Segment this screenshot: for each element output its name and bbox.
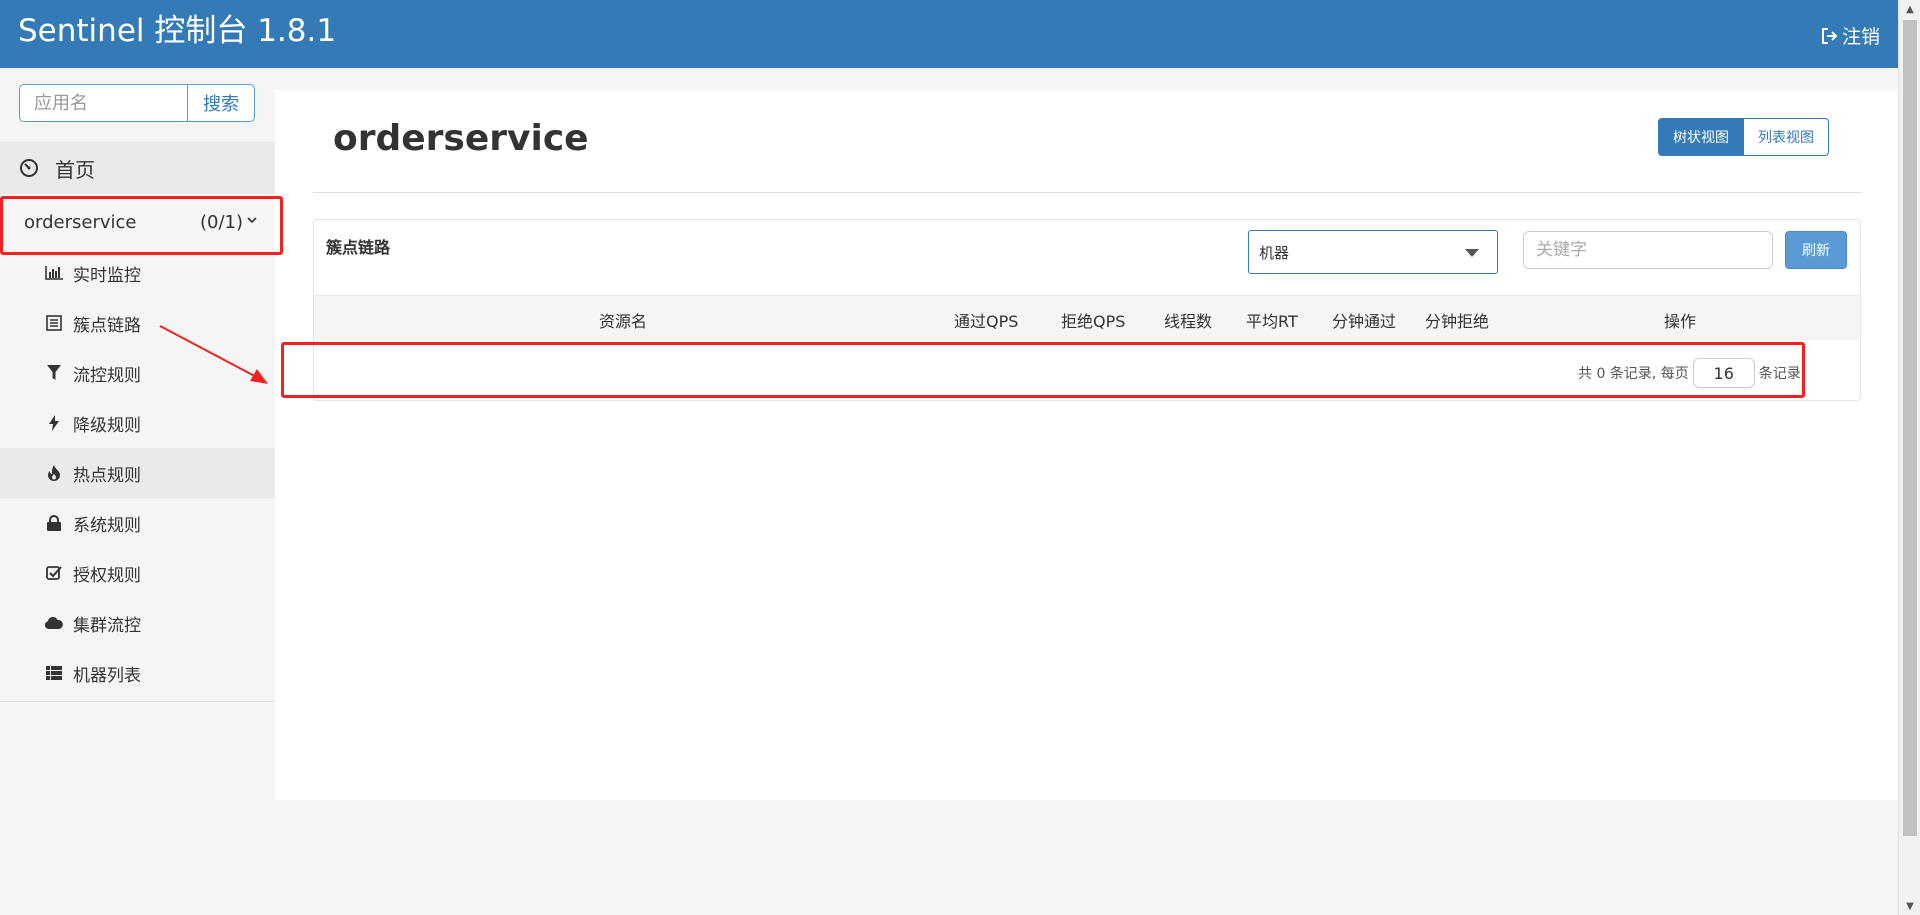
sidebar-item-label: 机器列表 — [73, 665, 141, 686]
refresh-button[interactable]: 刷新 — [1785, 231, 1847, 269]
keyword-input[interactable] — [1523, 231, 1773, 269]
column-header[interactable]: 通过QPS — [954, 308, 1018, 332]
tree-view-button[interactable]: 树状视图 — [1658, 118, 1744, 156]
list-view-button[interactable]: 列表视图 — [1744, 118, 1829, 156]
title-divider — [313, 192, 1861, 193]
column-header[interactable]: 拒绝QPS — [1061, 308, 1125, 332]
check-icon — [45, 564, 63, 582]
pagination: 共 0 条记录, 每页 条记录 — [1578, 358, 1801, 388]
column-header[interactable]: 线程数 — [1164, 308, 1212, 332]
dashboard-icon — [19, 158, 39, 178]
column-header[interactable]: 分钟通过 — [1332, 308, 1396, 332]
sidebar-item-home[interactable]: 首页 — [0, 142, 275, 194]
scroll-thumb[interactable] — [1903, 20, 1917, 836]
main-content: orderservice 树状视图 列表视图 簇点链路 机器 刷新 资源名 通过… — [275, 90, 1898, 800]
logout-label: 注销 — [1841, 26, 1880, 48]
table-header: 资源名 通过QPS 拒绝QPS 线程数 平均RT 分钟通过 分钟拒绝 操作 — [314, 295, 1860, 340]
sidebar-item-degrade-rules[interactable]: 降级规则 — [0, 398, 275, 448]
sidebar-item-label: 实时监控 — [73, 265, 141, 286]
th-list-icon — [45, 664, 63, 682]
top-navbar: Sentinel 控制台 1.8.1 注销 — [0, 0, 1898, 68]
app-name: orderservice — [24, 211, 137, 233]
sidebar-item-authority-rules[interactable]: 授权规则 — [0, 548, 275, 598]
column-header[interactable]: 资源名 — [599, 308, 647, 332]
page-title: orderservice — [333, 118, 589, 159]
scroll-up-arrow-icon[interactable]: ▲ — [1899, 0, 1920, 18]
sidebar-divider — [0, 701, 275, 702]
sidebar-item-label: 系统规则 — [73, 515, 141, 536]
column-header: 操作 — [1664, 312, 1697, 331]
sidebar: 搜索 首页 orderservice (0/1) — [0, 68, 275, 915]
sidebar-item-home-label: 首页 — [55, 157, 95, 182]
sidebar-item-realtime-monitor[interactable]: 实时监控 — [0, 248, 275, 298]
machine-select-value: 机器 — [1259, 243, 1290, 262]
lock-icon — [45, 514, 63, 532]
column-header[interactable]: 分钟拒绝 — [1425, 308, 1489, 332]
cloud-icon — [45, 614, 63, 632]
record-summary: 共 0 条记录, 每页 — [1578, 366, 1689, 382]
record-suffix: 条记录 — [1758, 366, 1801, 382]
sidebar-item-label: 集群流控 — [73, 615, 141, 636]
sidebar-item-system-rules[interactable]: 系统规则 — [0, 498, 275, 548]
sidebar-item-hotspot-rules[interactable]: 热点规则 — [0, 448, 275, 498]
app-search-input[interactable] — [19, 84, 187, 122]
scroll-down-arrow-icon[interactable]: ▼ — [1899, 897, 1920, 915]
sidebar-item-label: 降级规则 — [73, 415, 141, 436]
sidebar-item-label: 流控规则 — [73, 365, 141, 386]
list-icon — [45, 314, 63, 332]
sidebar-item-label: 热点规则 — [73, 465, 141, 486]
vertical-scrollbar[interactable]: ▲ ▼ — [1898, 0, 1920, 915]
chevron-down-icon — [247, 212, 257, 228]
sidebar-app-orderservice[interactable]: orderservice (0/1) — [0, 196, 275, 248]
sidebar-item-label: 簇点链路 — [73, 315, 141, 336]
sign-out-icon — [1820, 27, 1838, 45]
app-title: Sentinel 控制台 1.8.1 — [18, 13, 337, 49]
app-machine-count: (0/1) — [199, 211, 243, 233]
sidebar-item-flow-rules[interactable]: 流控规则 — [0, 348, 275, 398]
app-search: 搜索 — [19, 84, 255, 122]
fire-icon — [45, 464, 63, 482]
view-toggle: 树状视图 列表视图 — [1658, 118, 1829, 156]
sidebar-item-label: 授权规则 — [73, 565, 141, 586]
logout-button[interactable]: 注销 — [1820, 22, 1880, 49]
sidebar-item-cluster-point-link[interactable]: 簇点链路 — [0, 298, 275, 348]
bar-chart-icon — [45, 264, 63, 282]
sidebar-item-machine-list[interactable]: 机器列表 — [0, 648, 275, 698]
filter-icon — [45, 364, 63, 382]
flash-icon — [45, 414, 63, 432]
panel-title: 簇点链路 — [326, 238, 391, 257]
caret-down-icon — [1465, 249, 1479, 257]
sidebar-item-cluster-flow[interactable]: 集群流控 — [0, 598, 275, 648]
resource-panel: 簇点链路 机器 刷新 资源名 通过QPS 拒绝QPS 线程数 平均RT 分钟通过… — [313, 219, 1861, 401]
machine-select[interactable]: 机器 — [1248, 230, 1498, 274]
search-button[interactable]: 搜索 — [187, 84, 255, 122]
app-submenu: 实时监控 簇点链路 流控规则 降级规则 热点规则 系统规则 授权规则 集群流控 … — [0, 248, 275, 698]
column-header[interactable]: 平均RT — [1246, 308, 1298, 332]
page-size-input[interactable] — [1692, 358, 1755, 388]
